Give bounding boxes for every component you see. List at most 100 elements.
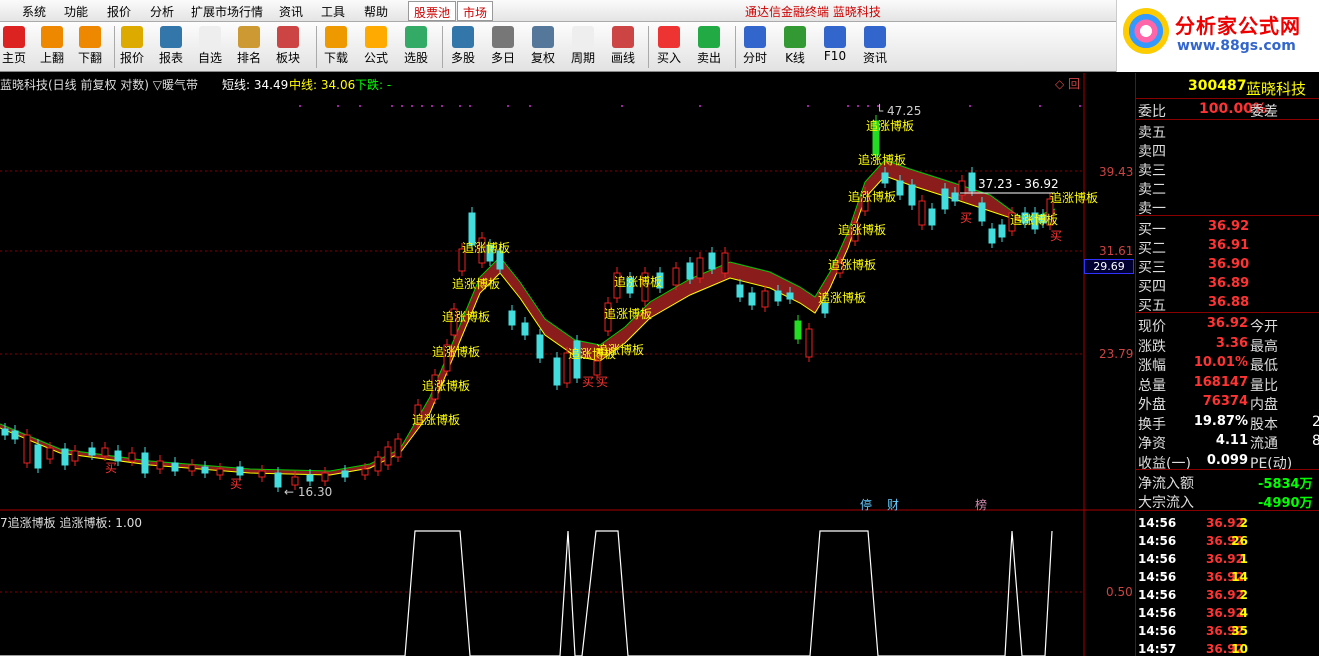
toolbar-button-7[interactable]: 板块 xyxy=(268,24,308,70)
menu-quote[interactable]: 报价 xyxy=(107,3,131,20)
tick-volume: 35 xyxy=(1231,624,1248,638)
buy-label: 买四 xyxy=(1138,279,1166,295)
candle xyxy=(23,434,31,464)
tick-time: 14:56 xyxy=(1138,534,1177,548)
tab-stock-pool[interactable]: 股票池 xyxy=(408,1,457,21)
chart-canvas[interactable] xyxy=(0,73,1135,656)
toolbar-button-1[interactable]: 上翻 xyxy=(32,24,72,70)
signal-label: 追涨博板 xyxy=(1010,213,1059,227)
buy-row[interactable]: 买一 36.92 xyxy=(1136,218,1319,238)
buy-row[interactable]: 买四 36.89 xyxy=(1136,275,1319,295)
buy-price: 36.88 xyxy=(1208,295,1250,310)
weibi-row: 委比 100.00% 委差 xyxy=(1136,100,1319,120)
quote-icon xyxy=(121,26,143,48)
indicator-tick: 0.50 xyxy=(1106,585,1133,599)
stats-row: 换手 19.87%股本 2 xyxy=(1136,413,1319,433)
toolbar-label: 报价 xyxy=(119,51,144,65)
tick-row: 14:56 36.92 26 xyxy=(1136,532,1319,550)
buy-label: 买三 xyxy=(1138,260,1166,276)
candle xyxy=(201,466,209,474)
sell-row[interactable]: 卖一 xyxy=(1136,197,1319,217)
menu-system[interactable]: 系统 xyxy=(22,3,46,20)
toolbar-button-6[interactable]: 排名 xyxy=(229,24,269,70)
menu-function[interactable]: 功能 xyxy=(64,3,88,20)
chart-corner-icons[interactable]: ◇ 回 xyxy=(1055,75,1080,92)
buy-price: 36.91 xyxy=(1208,238,1250,253)
event-suspend[interactable]: 停 xyxy=(860,496,872,513)
signal-dot xyxy=(1039,105,1041,107)
mid-line-label: 中线: 34.06 xyxy=(289,78,356,92)
candle xyxy=(188,464,196,472)
toolbar-button-14[interactable]: 周期 xyxy=(563,24,603,70)
event-finance[interactable]: 财 xyxy=(887,496,899,513)
sell-row[interactable]: 卖五 xyxy=(1136,121,1319,141)
buy-row[interactable]: 买三 36.90 xyxy=(1136,256,1319,276)
tab-market[interactable]: 市场 xyxy=(457,1,494,21)
candle xyxy=(721,252,729,274)
toolbar-button-2[interactable]: 下翻 xyxy=(70,24,110,70)
tick-time: 14:56 xyxy=(1138,552,1177,566)
chart-info: 蓝晓科技(日线 前复权 对数) ▽暖气带 xyxy=(0,78,199,92)
candle xyxy=(896,180,904,196)
toolbar-separator xyxy=(114,26,115,68)
candle xyxy=(61,448,69,466)
signal-label: 追涨博板 xyxy=(1050,191,1099,205)
buy-row[interactable]: 买五 36.88 xyxy=(1136,294,1319,314)
toolbar-button-18[interactable]: 分时 xyxy=(735,24,775,70)
toolbar-button-5[interactable]: 自选 xyxy=(190,24,230,70)
toolbar-button-16[interactable]: 买入 xyxy=(649,24,689,70)
sell-row[interactable]: 卖三 xyxy=(1136,159,1319,179)
toolbar-button-9[interactable]: 公式 xyxy=(356,24,396,70)
sell-row[interactable]: 卖四 xyxy=(1136,140,1319,160)
candle xyxy=(11,430,19,440)
menu-news[interactable]: 资讯 xyxy=(279,3,303,20)
signal-label: 追涨博板 xyxy=(866,119,915,133)
signal-dot xyxy=(469,105,471,107)
menu-analysis[interactable]: 分析 xyxy=(150,3,174,20)
menu-tools[interactable]: 工具 xyxy=(321,3,345,20)
toolbar-button-20[interactable]: F10 xyxy=(815,24,855,70)
arrow-up-icon xyxy=(41,26,63,48)
menu-extended-market[interactable]: 扩展市场行情 xyxy=(191,3,263,20)
candle xyxy=(805,328,813,358)
toolbar-label: 板块 xyxy=(275,51,300,65)
toolbar-button-10[interactable]: 选股 xyxy=(396,24,436,70)
stat-label-2: 最高 xyxy=(1250,338,1278,355)
kline-chart[interactable]: 蓝晓科技(日线 前复权 对数) ▽暖气带 短线: 34.49 中线: 34.06… xyxy=(0,73,1135,656)
buy-row[interactable]: 买二 36.91 xyxy=(1136,237,1319,257)
toolbar-button-19[interactable]: K线 xyxy=(775,24,815,70)
toolbar-button-4[interactable]: 报表 xyxy=(151,24,191,70)
candle xyxy=(908,184,916,206)
toolbar-label: 多股 xyxy=(450,51,475,65)
toolbar-button-11[interactable]: 多股 xyxy=(443,24,483,70)
toolbar-button-0[interactable]: 主页 xyxy=(0,24,34,70)
candle xyxy=(968,172,976,192)
toolbar-button-8[interactable]: 下载 xyxy=(316,24,356,70)
buy-price: 36.89 xyxy=(1208,276,1250,291)
toolbar-label: 上翻 xyxy=(39,51,64,65)
menu-help[interactable]: 帮助 xyxy=(364,3,388,20)
toolbar-button-15[interactable]: 画线 xyxy=(603,24,643,70)
buy-icon xyxy=(658,26,680,48)
signal-label: 追涨博板 xyxy=(614,275,663,289)
toolbar-button-13[interactable]: 复权 xyxy=(523,24,563,70)
sell-row[interactable]: 卖二 xyxy=(1136,178,1319,198)
stat-label: 涨幅 xyxy=(1138,358,1166,374)
toolbar-button-21[interactable]: 资讯 xyxy=(855,24,895,70)
toolbar-label: 多日 xyxy=(490,51,515,65)
toolbar-button-3[interactable]: 报价 xyxy=(112,24,152,70)
tick-volume: 2 xyxy=(1239,516,1248,530)
signal-dot xyxy=(421,105,423,107)
candle xyxy=(374,456,382,472)
toolbar-button-12[interactable]: 多日 xyxy=(483,24,523,70)
tick-volume: 26 xyxy=(1231,534,1248,548)
signal-dot xyxy=(359,105,361,107)
price-tick-1: 39.43 xyxy=(1099,165,1134,179)
signal-label: 追涨博板 xyxy=(828,258,877,272)
arrow-down-icon xyxy=(79,26,101,48)
toolbar-button-17[interactable]: 卖出 xyxy=(689,24,729,70)
event-list[interactable]: 榜 xyxy=(975,496,987,513)
tick-volume: 10 xyxy=(1231,642,1248,656)
stats-row: 涨幅 10.01% 最低 xyxy=(1136,354,1319,374)
f10-icon xyxy=(824,26,846,48)
